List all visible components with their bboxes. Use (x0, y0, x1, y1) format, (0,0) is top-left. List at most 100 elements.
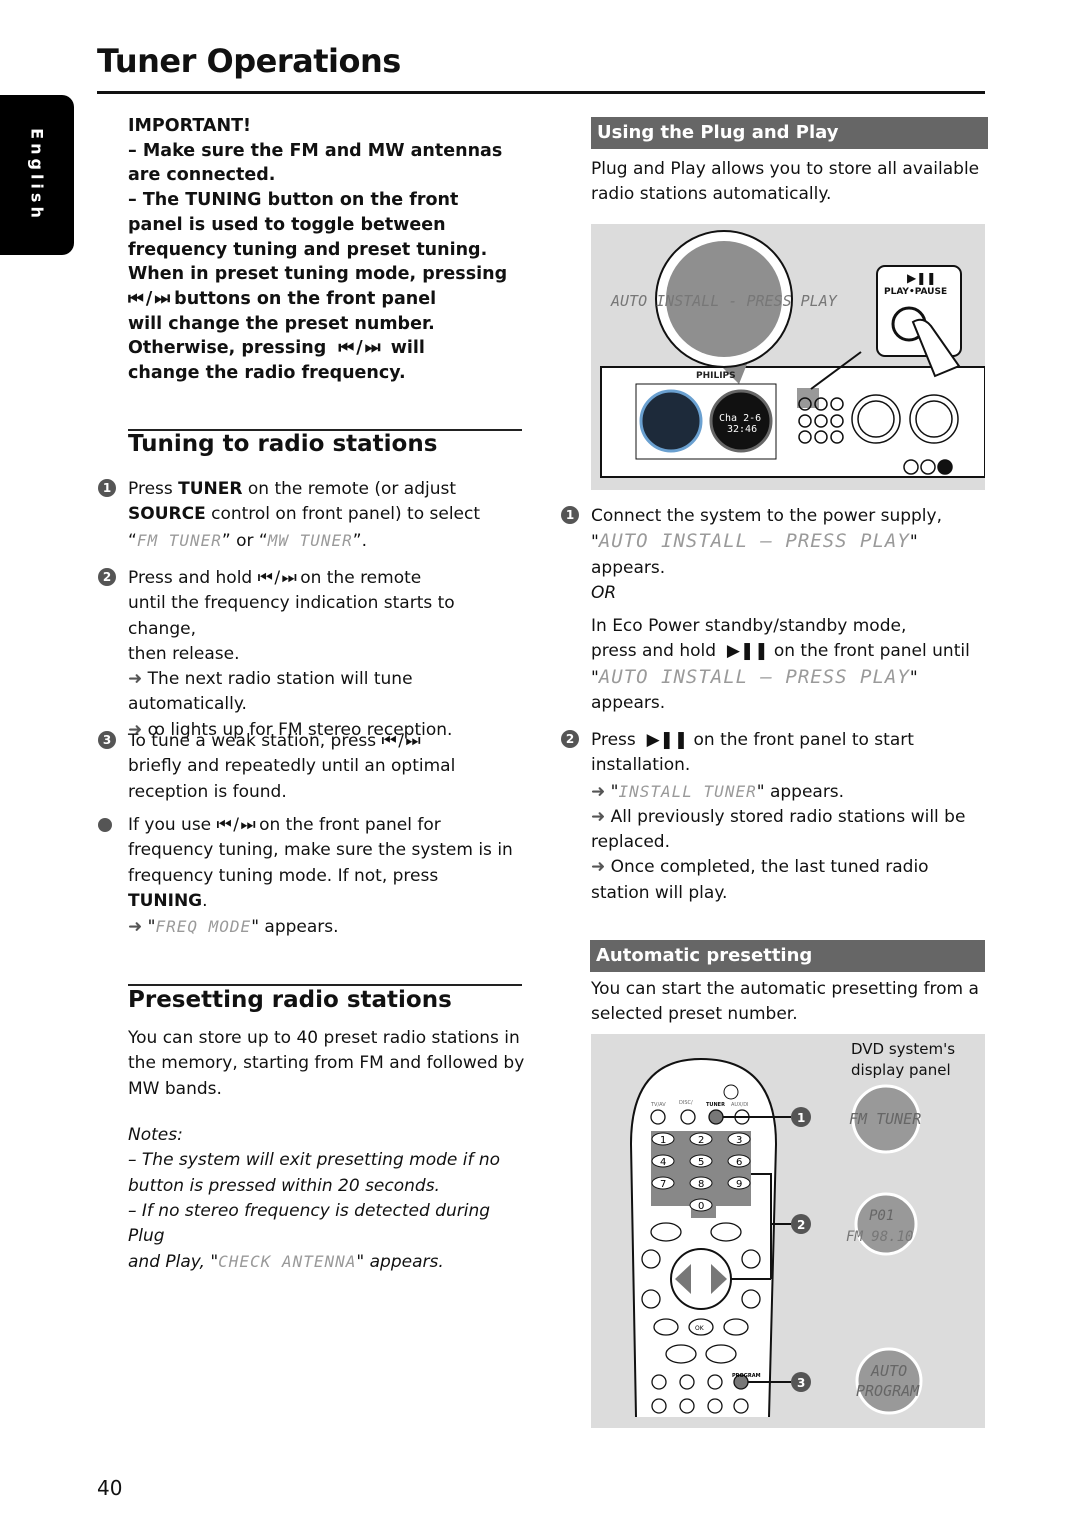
important-line: – Make sure the FM and MW antennas (128, 140, 503, 161)
important-line: When in preset tuning mode, pressing (128, 264, 508, 285)
text: on the front panel until (773, 641, 970, 662)
display-1-text: FM TUNER (849, 1110, 921, 1128)
notes-label: Notes: (128, 1125, 183, 1145)
presetting-notes: Notes: – The system will exit presetting… (128, 1123, 528, 1276)
lcd-freq-mode: FREQ MODE (155, 917, 252, 937)
callout-3-label: 3 (797, 1376, 805, 1390)
text: Press (128, 479, 179, 499)
disc-text-1: Cha 2-6 (719, 413, 761, 424)
text: Press and hold (128, 568, 253, 588)
display-3b-text: PROGRAM (856, 1382, 920, 1400)
disc-text-2: 32:46 (727, 424, 757, 435)
important-text: Otherwise, pressing (128, 338, 327, 359)
digit-label: 5 (698, 1157, 704, 1168)
important-line: ⏮ / ⏭ buttons on the front panel (128, 287, 528, 312)
text: reception is found. (128, 781, 287, 802)
play-pause-icon: ▶❚❚ (646, 730, 689, 750)
digit-label: 7 (660, 1179, 666, 1190)
text: the memory, starting from FM and followe… (128, 1053, 525, 1074)
caption-line: display panel (851, 1061, 951, 1079)
tuning-step-2: Press and hold ⏮ / ⏭ on the remote until… (128, 566, 528, 743)
text: automatically. (128, 694, 247, 715)
important-line: – The TUNING button on the front (128, 190, 459, 211)
section-rule (128, 984, 522, 986)
text: radio stations automatically. (591, 184, 832, 205)
display-text: AUTO INSTALL - PRESS PLAY (610, 292, 838, 310)
lcd-mw-tuner: MW TUNER (267, 530, 353, 550)
lcd-check-antenna: CHECK ANTENNA (218, 1252, 357, 1272)
remote-label: TUNER (706, 1102, 725, 1108)
display-auto-program (855, 1347, 923, 1415)
display-2a-text: P01 (869, 1208, 894, 1224)
text: until the frequency indication starts to… (128, 593, 455, 639)
arrow-icon: ➜ (591, 781, 606, 802)
presetting-heading: Presetting radio stations (128, 987, 452, 1013)
front-panel-drawing: AUTO INSTALL - PRESS PLAY PHILIPS Cha 2-… (600, 230, 986, 478)
digit-label: 2 (698, 1135, 704, 1146)
digit-label: 8 (698, 1179, 704, 1190)
important-line: Otherwise, pressing ⏮ / ⏭ will (128, 336, 528, 361)
play-pause-icon: ▶❚❚ (907, 271, 936, 285)
title-rule (97, 91, 985, 94)
prev-next-icon: ⏮ / ⏭ (338, 338, 380, 359)
text: Connect the system to the power supply, (591, 506, 942, 526)
text: If you use (128, 815, 212, 835)
text: " appears. (756, 781, 845, 802)
arrow-icon: ➜ (128, 917, 143, 938)
text: In Eco Power standby/standby mode, (591, 616, 907, 637)
text: installation. (591, 755, 691, 776)
text: You can start the automatic presetting f… (591, 979, 979, 999)
text: " appears. (251, 917, 339, 938)
text: appears. (591, 693, 666, 714)
display-3a-text: AUTO (870, 1362, 907, 1380)
text: To tune a weak station, press (128, 731, 377, 751)
note-text: – If no stereo frequency is detected dur… (128, 1200, 491, 1247)
digit-label: 0 (698, 1201, 704, 1212)
text: briefly and repeatedly until an optimal (128, 756, 456, 777)
text: then release. (128, 643, 240, 664)
step-number-2: 2 (561, 730, 579, 748)
text: station will play. (591, 882, 728, 903)
ok-label: OK (695, 1325, 705, 1332)
digit-label: 4 (660, 1157, 666, 1168)
prev-next-icon: ⏮ / ⏭ (128, 288, 170, 309)
digit-label: 6 (736, 1157, 742, 1168)
presetting-intro: You can store up to 40 preset radio stat… (128, 1026, 528, 1102)
auto-preset-intro: You can start the automatic presetting f… (591, 977, 986, 1028)
remote-illustration: DVD system's display panel TV/AV DISC/ T… (591, 1034, 985, 1428)
digit-label: 1 (660, 1135, 666, 1146)
note-text: and Play, " (128, 1252, 219, 1273)
front-panel-illustration: AUTO INSTALL - PRESS PLAY PHILIPS Cha 2-… (591, 224, 986, 490)
important-text: will (390, 338, 425, 359)
text: replaced. (591, 832, 671, 853)
bullet-icon (98, 818, 112, 832)
step-number-3: 3 (98, 731, 116, 749)
plug-play-heading: Using the Plug and Play (591, 117, 988, 149)
important-line: change the radio frequency. (128, 363, 406, 384)
language-label: English (27, 128, 47, 222)
note-text: " appears. (356, 1252, 444, 1273)
note-text: button is pressed within 20 seconds. (128, 1175, 440, 1196)
tuning-heading: Tuning to radio stations (128, 431, 438, 457)
note-text: – The system will exit presetting mode i… (128, 1150, 501, 1171)
text: or (230, 530, 259, 551)
brand-logo: PHILIPS (696, 371, 736, 381)
tuning-keyword: TUNING (128, 890, 203, 911)
plug-play-step-2: Press ▶❚❚ on the front panel to start in… (591, 728, 986, 906)
left-disc (639, 389, 703, 453)
text: on the front panel for (259, 815, 441, 835)
panel-caption: DVD system's display panel (851, 1039, 955, 1081)
arrow-icon: ➜ (591, 857, 606, 878)
page-number: 40 (97, 1476, 123, 1500)
text: on the remote (or adjust (242, 479, 457, 499)
text: frequency tuning, make sure the system i… (128, 840, 513, 861)
program-label: PROGRAM (732, 1373, 761, 1379)
digit-label: 9 (736, 1179, 742, 1190)
text: All previously stored radio stations wil… (610, 806, 966, 827)
language-tab: English (0, 95, 74, 255)
text: The next radio station will tune (147, 669, 413, 690)
plug-play-step-1: Connect the system to the power supply, … (591, 504, 986, 716)
tuning-step-1: Press TUNER on the remote (or adjust SOU… (128, 479, 481, 551)
remote-label: AUX/DI (731, 1102, 749, 1108)
text: control on front panel) to select (205, 504, 481, 525)
